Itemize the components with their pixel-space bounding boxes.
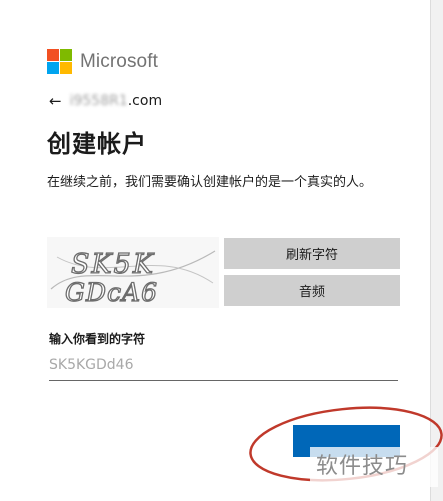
microsoft-logo: Microsoft <box>47 49 158 74</box>
refresh-characters-button[interactable]: 刷新字符 <box>224 238 400 269</box>
captcha-image-graphic: SK5K GDcA6 <box>50 248 216 308</box>
captcha-text-line2: GDcA6 <box>65 278 158 307</box>
account-email-suffix: .com <box>127 93 163 109</box>
captcha-input-wrapper <box>49 350 398 381</box>
page-title: 创建帐户 <box>47 130 147 158</box>
captcha-image: SK5K GDcA6 <box>47 237 219 308</box>
back-arrow-icon[interactable]: ← <box>49 92 62 110</box>
captcha-input-label: 输入你看到的字符 <box>49 332 146 346</box>
captcha-text-line1: SK5K <box>71 249 155 280</box>
microsoft-logo-icon <box>47 49 72 74</box>
captcha-input[interactable] <box>49 350 398 380</box>
page-description: 在继续之前，我们需要确认创建帐户的是一个真实的人。 <box>47 175 373 190</box>
brand-name: Microsoft <box>80 50 158 72</box>
audio-button[interactable]: 音频 <box>224 275 400 306</box>
watermark: 软件技巧 <box>310 447 438 487</box>
window-right-edge <box>430 0 443 501</box>
account-email-obscured: i9558R1 <box>69 93 128 109</box>
account-identity: ← i9558R1 .com <box>49 92 162 110</box>
